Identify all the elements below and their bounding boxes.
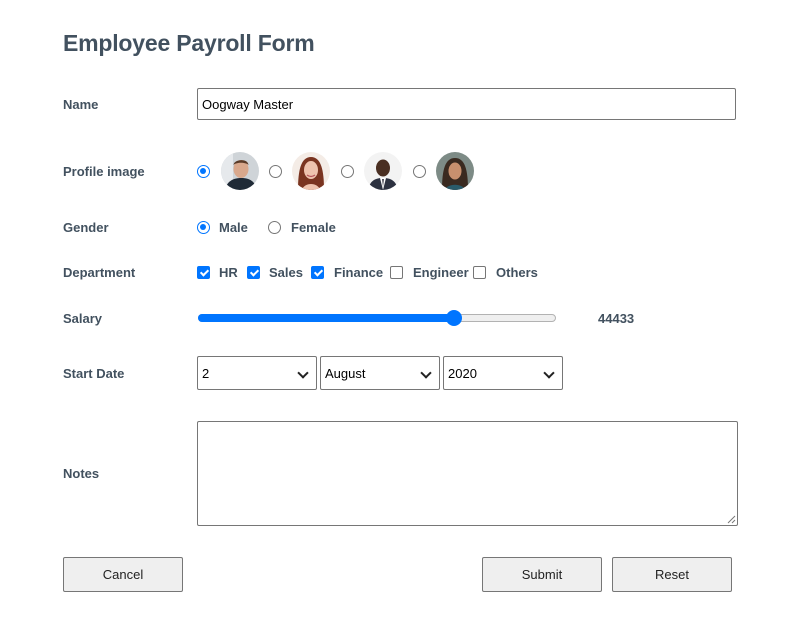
resize-grip-icon[interactable] [727,515,736,524]
profile-2-avatar [292,152,330,190]
month-select-value: August [325,366,366,381]
notes-label: Notes [63,466,100,481]
department-sales-checkbox[interactable] [247,266,260,279]
profile-1-radio[interactable] [197,165,210,178]
year-select-value: 2020 [448,366,477,381]
department-finance-checkbox[interactable] [311,266,324,279]
notes-textarea[interactable] [197,421,738,526]
gender-label: Gender [63,220,109,235]
profile-image-label: Profile image [63,164,145,179]
salary-slider-thumb[interactable] [445,310,462,326]
department-finance-label: Finance [334,265,384,280]
gender-female-label: Female [291,220,336,235]
name-label: Name [63,97,99,112]
profile-3-radio[interactable] [341,165,354,178]
profile-3-avatar [364,152,402,190]
reset-button[interactable]: Reset [612,557,732,592]
page-title: Employee Payroll Form [63,30,315,56]
day-select-value: 2 [202,366,210,381]
gender-female-radio[interactable] [268,221,281,234]
profile-4-radio[interactable] [413,165,426,178]
month-select[interactable]: August [320,356,440,390]
chevron-down-icon [297,367,309,379]
chevron-down-icon [420,367,432,379]
department-engineer-label: Engineer [413,265,469,280]
department-others-checkbox[interactable] [473,266,486,279]
department-others-label: Others [496,265,538,280]
day-select[interactable]: 2 [197,356,317,390]
submit-button[interactable]: Submit [482,557,602,592]
year-select[interactable]: 2020 [443,356,563,390]
department-sales-label: Sales [269,265,303,280]
salary-value: 44433 [598,311,635,326]
profile-4-avatar [436,152,474,190]
salary-label: Salary [63,311,103,326]
start-date-label: Start Date [63,366,125,381]
gender-male-label: Male [219,220,248,235]
profile-1-avatar [221,152,259,190]
department-engineer-checkbox[interactable] [390,266,403,279]
profile-2-radio[interactable] [269,165,282,178]
department-hr-checkbox[interactable] [197,266,210,279]
name-input[interactable] [197,88,736,120]
department-hr-label: HR [219,265,238,280]
cancel-button[interactable]: Cancel [63,557,183,592]
salary-slider-fill [198,314,454,322]
gender-male-radio[interactable] [197,221,210,234]
chevron-down-icon [543,367,555,379]
department-label: Department [63,265,136,280]
